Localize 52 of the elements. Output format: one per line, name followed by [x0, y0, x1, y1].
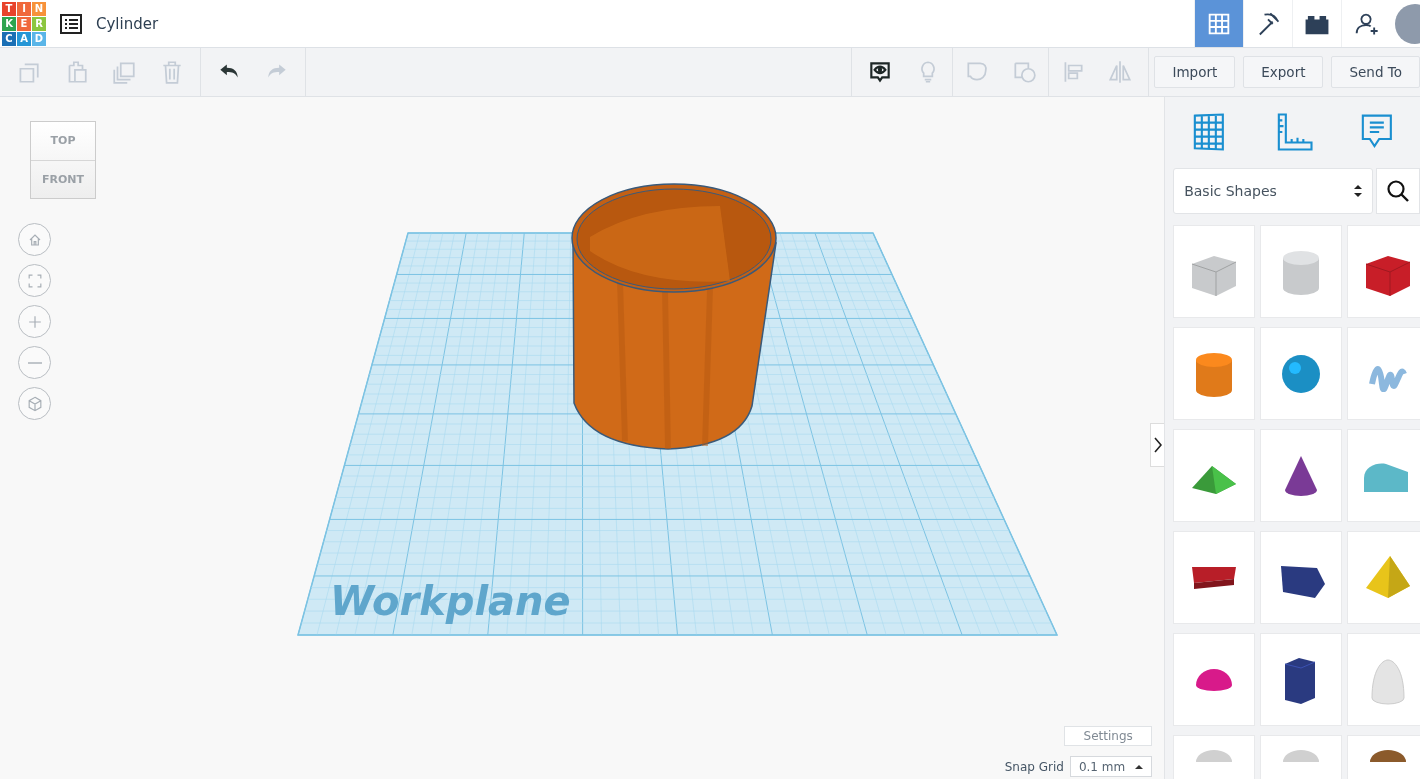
- shape-tile[interactable]: [1173, 225, 1256, 318]
- list-icon: [60, 13, 82, 34]
- cube-front-label: FRONT: [40, 171, 85, 188]
- ortho-view-button[interactable]: [18, 387, 51, 420]
- shape-tile[interactable]: [1173, 531, 1256, 624]
- mirror-icon: [1107, 59, 1134, 85]
- caret-up-icon: [1135, 763, 1144, 770]
- logo-letter: D: [32, 31, 46, 46]
- toolbar-button[interactable]: Import: [1154, 56, 1236, 88]
- shape-tile[interactable]: [1260, 327, 1343, 420]
- toolbar-button[interactable]: Export: [1243, 56, 1324, 88]
- toolbar-button[interactable]: Send To: [1331, 56, 1420, 88]
- shape-tile[interactable]: [1260, 429, 1343, 522]
- updown-caret-icon: [1353, 184, 1362, 198]
- logo-letter: R: [32, 16, 46, 31]
- design-title[interactable]: Cylinder: [96, 14, 159, 33]
- home-view-button[interactable]: [18, 223, 51, 256]
- duplicate-icon: [111, 59, 137, 85]
- shape-tile[interactable]: [1260, 225, 1343, 318]
- search-button[interactable]: [1375, 168, 1420, 214]
- logo-icon[interactable]: T I N K E R C A D: [2, 1, 46, 46]
- shape-tile[interactable]: [1260, 531, 1343, 624]
- snap-grid-label: Snap Grid: [1004, 759, 1064, 774]
- ungroup-icon: [1011, 59, 1038, 85]
- settings-button[interactable]: Settings: [1064, 726, 1153, 746]
- panel-toggle-button[interactable]: [1150, 423, 1165, 467]
- shape-tile[interactable]: [1347, 633, 1420, 726]
- shape-tile[interactable]: [1347, 531, 1420, 624]
- workplane-label: Workplane: [330, 578, 571, 624]
- shape-tile[interactable]: [1347, 225, 1420, 318]
- logo-letter: I: [17, 1, 31, 16]
- shape-tile[interactable]: [1260, 633, 1343, 726]
- logo-letter: N: [32, 1, 46, 16]
- zoom-in-view-button[interactable]: [18, 305, 51, 338]
- cube-top-label: TOP: [31, 122, 95, 161]
- shape-tile[interactable]: [1173, 429, 1256, 522]
- fit-view-button[interactable]: [18, 264, 51, 297]
- logo-letter: C: [2, 31, 16, 46]
- shape-tile[interactable]: [1347, 429, 1420, 522]
- zoom-out-view-button[interactable]: [18, 346, 51, 379]
- logo-letter: T: [2, 1, 16, 16]
- logo-letter: A: [17, 31, 31, 46]
- zoom-out-icon: [26, 361, 43, 364]
- shape-library-select[interactable]: Basic Shapes: [1173, 168, 1373, 214]
- shape-tile[interactable]: [1173, 633, 1256, 726]
- search-icon: [1385, 179, 1410, 203]
- snap-grid-select[interactable]: 0.1 mm: [1069, 756, 1153, 777]
- shape-tile[interactable]: [1347, 327, 1420, 420]
- chevron-right-icon: [1153, 437, 1162, 453]
- shape-tile[interactable]: [1173, 327, 1256, 420]
- logo-letter: K: [2, 16, 16, 31]
- logo-letter: E: [17, 16, 31, 31]
